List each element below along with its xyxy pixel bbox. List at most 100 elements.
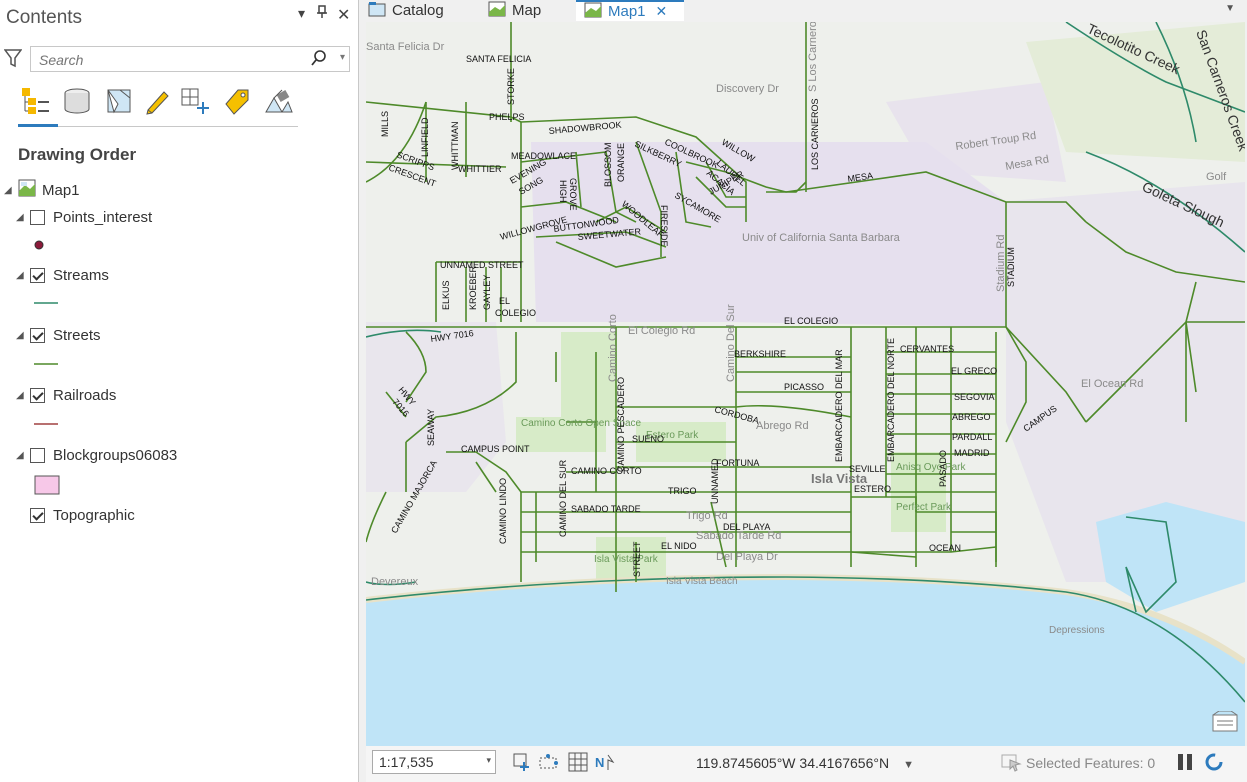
close-tab-icon[interactable]: ✕ bbox=[656, 3, 668, 20]
list-by-selection-icon[interactable] bbox=[102, 84, 136, 118]
search-input[interactable] bbox=[37, 51, 301, 69]
street-label: CAMPUS POINT bbox=[461, 444, 530, 454]
filter-icon[interactable] bbox=[3, 48, 23, 73]
layer-row-points-interest[interactable]: ◢ Points_interest bbox=[16, 209, 152, 226]
basemap-label: Perfect Park bbox=[896, 502, 952, 513]
map-icon bbox=[584, 2, 602, 22]
street-label: WHITTMAN bbox=[450, 122, 460, 171]
toolbar-divider bbox=[18, 126, 298, 127]
street-label: SEVILLE bbox=[849, 464, 886, 474]
street-label: UNNAMED STREET bbox=[440, 260, 524, 270]
basemap-attribution-icon[interactable] bbox=[1211, 710, 1239, 738]
search-dropdown-icon[interactable]: ▾ bbox=[340, 52, 345, 63]
layer-visibility-checkbox[interactable] bbox=[30, 388, 45, 403]
selection-icon[interactable] bbox=[1000, 752, 1022, 777]
basemap-label: Depressions bbox=[1049, 625, 1105, 636]
collapse-icon[interactable]: ◢ bbox=[16, 330, 30, 341]
collapse-icon[interactable]: ◢ bbox=[16, 450, 30, 461]
collapse-icon[interactable]: ◢ bbox=[4, 185, 18, 196]
pane-menu-icon[interactable]: ▾ bbox=[298, 5, 305, 22]
tab-catalog[interactable]: Catalog bbox=[368, 0, 444, 21]
street-label: KROEBER bbox=[468, 265, 478, 310]
pause-drawing-icon[interactable] bbox=[1176, 752, 1194, 777]
basemap-label: El Ocean Rd bbox=[1081, 378, 1143, 390]
basemap-label: Santa Felicia Dr bbox=[366, 41, 445, 53]
drawing-order-heading: Drawing Order bbox=[18, 145, 137, 164]
basemap-label: S Los Carneros bbox=[807, 22, 819, 92]
map-node[interactable]: ◢ Map1 bbox=[4, 179, 80, 201]
snapping-icon[interactable] bbox=[538, 752, 560, 777]
close-icon[interactable]: ✕ bbox=[337, 5, 350, 25]
street-label: ELKUS bbox=[441, 280, 451, 310]
tab-map[interactable]: Map bbox=[488, 0, 541, 21]
tab-list-dropdown-icon[interactable]: ▼ bbox=[1225, 3, 1235, 14]
map-canvas[interactable]: Santa Felicia Dr Discovery Dr Robert Tro… bbox=[366, 22, 1245, 746]
layer-name: Streams bbox=[53, 267, 109, 284]
layer-row-streams[interactable]: ◢ Streams bbox=[16, 267, 109, 284]
street-label: MADRID bbox=[954, 448, 990, 458]
layer-visibility-checkbox[interactable] bbox=[30, 328, 45, 343]
street-label: BERKSHIRE bbox=[734, 349, 786, 359]
basemap-label: Abrego Rd bbox=[756, 420, 809, 432]
street-label: ORANGE bbox=[616, 143, 626, 182]
basemap-label: Discovery Dr bbox=[716, 83, 779, 95]
layer-visibility-checkbox[interactable] bbox=[30, 508, 45, 523]
collapse-icon[interactable]: ◢ bbox=[16, 212, 30, 223]
contents-toolbar bbox=[18, 84, 300, 128]
street-label: CAMINO PESCADERO bbox=[616, 377, 626, 472]
layer-row-topographic[interactable]: Topographic bbox=[30, 507, 135, 524]
street-label: WHITTIER bbox=[458, 164, 502, 174]
list-by-snapping-icon[interactable] bbox=[178, 84, 212, 118]
street-label: CAMINO CORTO bbox=[571, 466, 642, 476]
street-label: MILLS bbox=[380, 111, 390, 137]
basemap-label: Isla Vista Park bbox=[594, 554, 659, 565]
pin-icon[interactable] bbox=[316, 5, 328, 22]
search-icon[interactable] bbox=[311, 50, 327, 71]
basemap-label: Devereux bbox=[371, 576, 419, 588]
layer-row-blockgroups[interactable]: ◢ Blockgroups06083 bbox=[16, 447, 177, 464]
street-label: TRIGO bbox=[668, 486, 697, 496]
svg-text:N: N bbox=[595, 755, 604, 770]
basemap-label: Camino Del Sur bbox=[725, 304, 737, 382]
list-by-data-source-icon[interactable] bbox=[60, 84, 94, 118]
layer-row-streets[interactable]: ◢ Streets bbox=[16, 327, 101, 344]
list-by-drawing-order-icon[interactable] bbox=[18, 84, 52, 118]
search-box[interactable]: ▾ bbox=[30, 46, 350, 72]
north-arrow-icon[interactable]: N bbox=[594, 752, 616, 777]
street-label: SEAWAY bbox=[426, 409, 436, 446]
scale-dropdown[interactable]: 1:17,535 ▾ bbox=[372, 750, 496, 774]
map-icon bbox=[488, 1, 506, 21]
map-view[interactable]: Santa Felicia Dr Discovery Dr Robert Tro… bbox=[366, 22, 1245, 746]
list-by-editing-icon[interactable] bbox=[140, 84, 174, 118]
chevron-down-icon[interactable]: ▼ bbox=[903, 759, 914, 771]
layer-visibility-checkbox[interactable] bbox=[30, 448, 45, 463]
tab-label: Catalog bbox=[392, 2, 444, 19]
list-by-labeling-icon[interactable] bbox=[220, 84, 254, 118]
street-label: EL bbox=[499, 296, 510, 306]
fixed-zoom-icon[interactable] bbox=[512, 752, 532, 777]
street-label: GAYLEY bbox=[482, 275, 492, 310]
collapse-icon[interactable]: ◢ bbox=[16, 390, 30, 401]
street-label: LINFIELD bbox=[420, 117, 430, 157]
grid-icon[interactable] bbox=[568, 752, 588, 777]
active-view-indicator bbox=[18, 124, 58, 127]
layer-name: Streets bbox=[53, 327, 101, 344]
map-icon bbox=[18, 179, 36, 201]
street-label: STADIUM bbox=[1006, 247, 1016, 287]
layer-row-railroads[interactable]: ◢ Railroads bbox=[16, 387, 116, 404]
layer-visibility-checkbox[interactable] bbox=[30, 210, 45, 225]
chevron-down-icon[interactable]: ▾ bbox=[486, 755, 491, 766]
basemap-label: Trigo Rd bbox=[686, 510, 728, 522]
view-tab-bar: Catalog Map Map1 ✕ ▼ bbox=[360, 0, 1247, 22]
collapse-icon[interactable]: ◢ bbox=[16, 270, 30, 281]
street-label: OCEAN bbox=[929, 543, 961, 553]
layer-visibility-checkbox[interactable] bbox=[30, 268, 45, 283]
refresh-icon[interactable] bbox=[1204, 752, 1224, 777]
list-by-perspective-imagery-icon[interactable] bbox=[262, 84, 296, 118]
streets-line-symbol bbox=[34, 363, 58, 365]
scale-value: 1:17,535 bbox=[379, 754, 434, 770]
tab-label: Map bbox=[512, 2, 542, 19]
street-label: STORKE bbox=[506, 68, 516, 105]
street-label: CERVANTES bbox=[900, 344, 954, 354]
tab-map1[interactable]: Map1 ✕ bbox=[576, 0, 684, 21]
